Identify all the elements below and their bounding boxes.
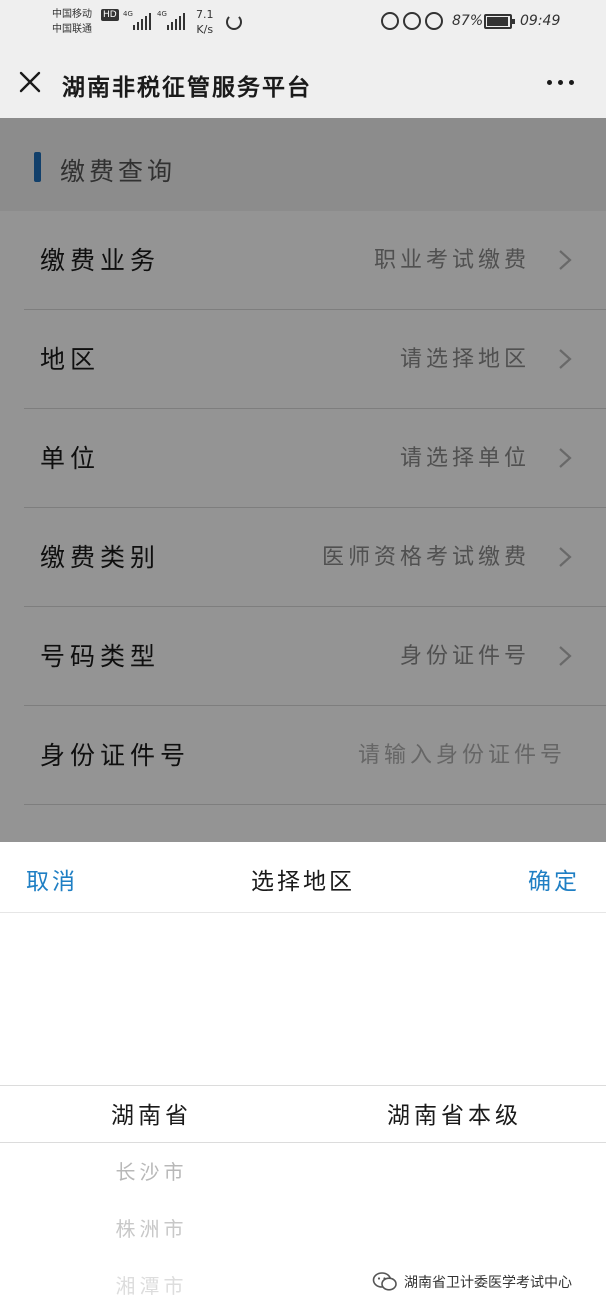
region-picker: 选择地区 取消 确定 湖南省 长沙市 株洲市 湘潭市 湖南省本级 bbox=[0, 842, 606, 1314]
province-wheel[interactable]: 湖南省 长沙市 株洲市 湘潭市 bbox=[0, 842, 303, 1314]
net-speed: 7.1 K/s bbox=[196, 8, 214, 36]
watermark-text: 湖南省卫计委医学考试中心 bbox=[404, 1275, 572, 1291]
status-bar: 中国移动 中国联通 HD 4G 4G 7.1 K/s 87% 09:49 bbox=[0, 0, 606, 44]
level-option-selected[interactable]: 湖南省本级 bbox=[303, 1096, 606, 1130]
battery-percent: 87% bbox=[452, 13, 484, 29]
carrier-info: 中国移动 中国联通 bbox=[52, 7, 92, 37]
title-bar: 湖南非税征管服务平台 bbox=[0, 44, 606, 118]
hd-badge: HD bbox=[101, 9, 119, 21]
modal-overlay[interactable] bbox=[0, 118, 606, 842]
watermark: 湖南省卫计委医学考试中心 bbox=[372, 1271, 572, 1293]
more-menu-icon[interactable] bbox=[547, 80, 574, 85]
page-title: 湖南非税征管服务平台 bbox=[62, 75, 312, 101]
status-icons bbox=[381, 12, 443, 30]
province-option[interactable]: 株洲市 bbox=[0, 1213, 303, 1242]
level-wheel[interactable]: 湖南省本级 bbox=[303, 842, 606, 1314]
close-icon[interactable] bbox=[18, 70, 42, 94]
province-option-selected[interactable]: 湖南省 bbox=[0, 1096, 303, 1130]
nfc-icon bbox=[381, 12, 399, 30]
province-option[interactable]: 长沙市 bbox=[0, 1156, 303, 1185]
battery-icon bbox=[484, 14, 515, 29]
carrier-2: 中国联通 bbox=[52, 24, 92, 35]
wechat-logo-icon bbox=[372, 1272, 397, 1291]
carrier-1: 中国移动 bbox=[52, 9, 92, 20]
alarm-icon bbox=[425, 12, 443, 30]
loading-icon bbox=[226, 14, 242, 30]
province-option[interactable]: 湘潭市 bbox=[0, 1270, 303, 1299]
eye-icon bbox=[403, 12, 421, 30]
clock: 09:49 bbox=[520, 13, 561, 29]
